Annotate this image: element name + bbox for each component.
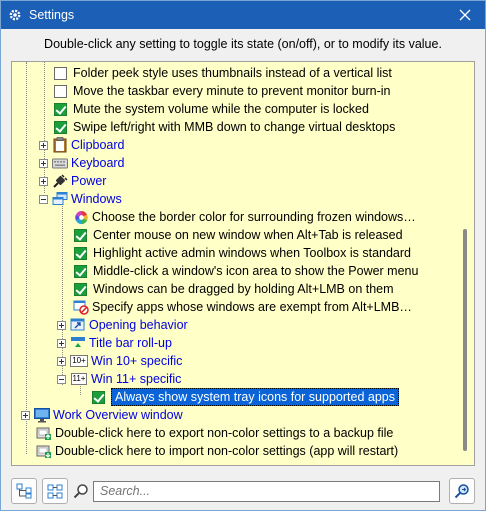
search-icon (73, 483, 89, 499)
window-title: Settings (29, 8, 75, 22)
checkbox-checked[interactable] (74, 228, 87, 242)
tree-category-opening-behavior[interactable]: Opening behavior (57, 316, 188, 334)
title-bar-rollup-icon (70, 335, 86, 351)
setting-row[interactable]: Highlight active admin windows when Tool… (74, 244, 411, 262)
expand-button[interactable] (57, 356, 66, 366)
checkbox-unchecked[interactable] (54, 84, 67, 98)
monitor-icon (34, 407, 50, 423)
category-label: Win 11+ specific (91, 372, 182, 386)
find-next-button[interactable] (449, 478, 475, 504)
setting-label: Move the taskbar every minute to prevent… (73, 84, 391, 98)
keyboard-icon (52, 155, 68, 171)
gear-icon (7, 7, 23, 23)
setting-row[interactable]: Center mouse on new window when Alt+Tab … (74, 226, 403, 244)
expand-button[interactable] (39, 158, 48, 168)
tree-category-power[interactable]: Power (39, 172, 106, 190)
settings-tree[interactable]: Folder peek style uses thumbnails instea… (11, 61, 475, 466)
setting-row[interactable]: Mute the system volume while the compute… (54, 100, 369, 118)
setting-label: Windows can be dragged by holding Alt+LM… (93, 282, 394, 296)
setting-label: Double-click here to import non-color se… (55, 444, 399, 458)
setting-label: Folder peek style uses thumbnails instea… (73, 66, 392, 80)
setting-row[interactable]: Specify apps whose windows are exempt fr… (73, 298, 412, 316)
import-icon (36, 443, 52, 459)
win10-icon: 10+ (70, 355, 88, 367)
tree-category-clipboard[interactable]: Clipboard (39, 136, 125, 154)
expand-button[interactable] (39, 140, 48, 150)
category-label: Win 10+ specific (91, 354, 183, 368)
setting-row-selected[interactable]: Always show system tray icons for suppor… (92, 388, 399, 406)
expand-button[interactable] (21, 410, 30, 420)
category-label: Windows (71, 192, 122, 206)
title-bar: Settings (1, 1, 485, 29)
tree-category-win11[interactable]: 11+ Win 11+ specific (57, 370, 181, 388)
tree-category-windows[interactable]: Windows (39, 190, 122, 208)
clipboard-icon (52, 137, 68, 153)
search-input[interactable] (93, 480, 440, 502)
instructions-text: Double-click any setting to toggle its s… (44, 37, 442, 51)
setting-label: Mute the system volume while the compute… (73, 102, 369, 116)
tree-collapse-icon (47, 484, 63, 499)
checkbox-unchecked[interactable] (54, 66, 67, 80)
category-label: Keyboard (71, 156, 125, 170)
checkbox-checked[interactable] (54, 102, 67, 116)
checkbox-checked[interactable] (74, 264, 87, 278)
expand-button[interactable] (57, 320, 66, 330)
setting-row[interactable]: Windows can be dragged by holding Alt+LM… (74, 280, 394, 298)
category-label: Power (71, 174, 107, 188)
setting-row[interactable]: Folder peek style uses thumbnails instea… (54, 64, 392, 82)
setting-row[interactable]: Move the taskbar every minute to prevent… (54, 82, 391, 100)
checkbox-checked[interactable] (92, 390, 105, 404)
export-icon (36, 425, 52, 441)
color-wheel-icon (73, 209, 89, 225)
setting-label: Center mouse on new window when Alt+Tab … (93, 228, 403, 242)
scrollbar-thumb[interactable] (463, 229, 467, 451)
win11-icon: 11+ (70, 373, 88, 385)
exempt-apps-icon (73, 299, 89, 315)
power-plug-icon (52, 173, 68, 189)
expand-button[interactable] (39, 176, 48, 186)
search-box (73, 480, 449, 502)
tree-category-win10[interactable]: 10+ Win 10+ specific (57, 352, 182, 370)
setting-label: Swipe left/right with MMB down to change… (73, 120, 396, 134)
tree-category-keyboard[interactable]: Keyboard (39, 154, 125, 172)
expand-all-button[interactable] (11, 478, 37, 504)
setting-label: Middle-click a window's icon area to sho… (93, 264, 419, 278)
checkbox-checked[interactable] (74, 282, 87, 296)
checkbox-checked[interactable] (54, 120, 67, 134)
setting-label: Choose the border color for surrounding … (92, 210, 416, 224)
category-label: Opening behavior (89, 318, 188, 332)
collapse-button[interactable] (57, 374, 66, 384)
tree-expand-icon (16, 483, 32, 499)
category-label: Title bar roll-up (89, 336, 172, 350)
close-button[interactable] (445, 1, 485, 29)
setting-label: Double-click here to export non-color se… (55, 426, 394, 440)
checkbox-checked[interactable] (74, 246, 87, 260)
category-label: Clipboard (71, 138, 125, 152)
collapse-button[interactable] (39, 194, 48, 204)
setting-row[interactable]: Swipe left/right with MMB down to change… (54, 118, 395, 136)
bottom-toolbar (11, 478, 475, 504)
tree-category-work-overview[interactable]: Work Overview window (21, 406, 183, 424)
setting-label: Always show system tray icons for suppor… (111, 388, 399, 406)
vertical-scrollbar[interactable] (457, 62, 474, 465)
expand-button[interactable] (57, 338, 66, 348)
setting-label: Specify apps whose windows are exempt fr… (92, 300, 412, 314)
windows-icon (52, 191, 68, 207)
opening-behavior-icon (70, 317, 86, 333)
export-settings-row[interactable]: Double-click here to export non-color se… (36, 424, 393, 442)
category-label: Work Overview window (53, 408, 183, 422)
close-icon (459, 9, 471, 21)
import-settings-row[interactable]: Double-click here to import non-color se… (36, 442, 398, 460)
setting-row[interactable]: Choose the border color for surrounding … (73, 208, 416, 226)
setting-label: Highlight active admin windows when Tool… (93, 246, 411, 260)
find-next-icon (454, 484, 469, 499)
setting-row[interactable]: Middle-click a window's icon area to sho… (74, 262, 418, 280)
settings-window: Settings Double-click any setting to tog… (0, 0, 486, 511)
tree-category-title-bar-rollup[interactable]: Title bar roll-up (57, 334, 172, 352)
collapse-all-button[interactable] (42, 478, 68, 504)
